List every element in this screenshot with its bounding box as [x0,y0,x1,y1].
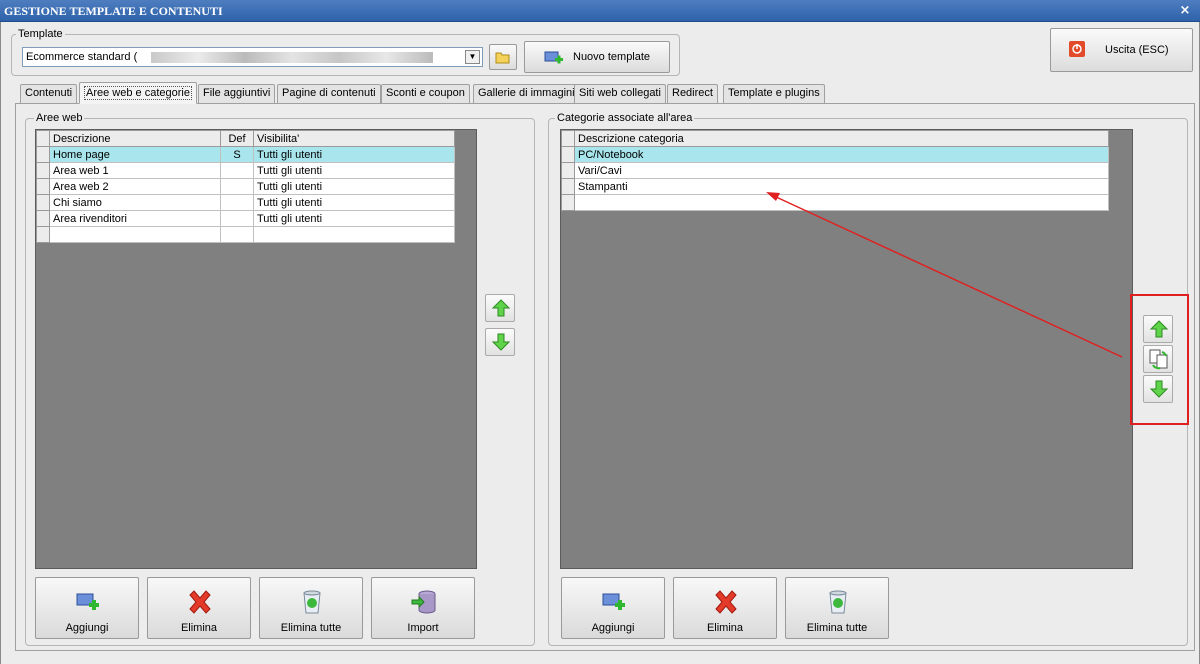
delete-x-icon [715,590,737,614]
delete-x-icon [189,590,211,614]
elimina-label: Elimina [180,622,218,634]
table-row[interactable]: PC/Notebook [561,146,1109,163]
table-row-new[interactable] [36,226,455,243]
template-legend: Template [16,28,65,40]
arrow-down-icon [491,333,511,351]
window-title: GESTIONE TEMPLATE E CONTENUTI [4,4,223,18]
table-row[interactable]: Area web 2 Tutti gli utenti [36,178,455,195]
categorie-legend: Categorie associate all'area [555,112,695,124]
elimina-tutte-categorie-button[interactable]: Elimina tutte [785,577,889,639]
new-template-button[interactable]: Nuovo template [524,41,670,73]
category-sort-button[interactable] [1143,345,1173,373]
column-header[interactable]: Visibilita' [253,130,455,147]
table-row[interactable]: Chi siamo Tutti gli utenti [36,194,455,211]
category-move-up-button[interactable] [1143,315,1173,343]
add-icon [602,593,625,610]
new-template-icon [544,51,563,64]
tab-redirect[interactable]: Redirect [667,84,718,103]
table-row[interactable]: Home page S Tutti gli utenti [36,146,455,163]
tab-gallerie-immagini[interactable]: Gallerie di immagini [473,84,580,103]
recycle-bin-icon [303,590,321,614]
arrow-down-icon [1149,380,1169,398]
title-bar: GESTIONE TEMPLATE E CONTENUTI × [0,0,1200,22]
tab-contenuti[interactable]: Contenuti [20,84,78,103]
move-up-button[interactable] [485,294,515,322]
aggiungi-categoria-button[interactable]: Aggiungi [561,577,665,639]
tab-template-plugins[interactable]: Template e plugins [723,84,825,103]
column-header[interactable]: Descrizione [49,130,221,147]
table-header: Descrizione Def Visibilita' [36,130,455,147]
exit-label: Uscita (ESC) [1105,44,1169,56]
elimina-categoria-button[interactable]: Elimina [673,577,777,639]
column-header[interactable]: Def [220,130,254,147]
aree-web-legend: Aree web [34,112,85,124]
aree-web-grid[interactable]: Descrizione Def Visibilita' Home page S Tu… [35,129,477,569]
folder-icon [495,52,510,64]
category-move-down-button[interactable] [1143,375,1173,403]
template-select[interactable]: Ecommerce standard ( ▼ [22,47,483,67]
recycle-bin-icon [829,590,847,614]
table-row[interactable]: Area rivenditori Tutti gli utenti [36,210,455,227]
power-icon [1069,41,1085,57]
table-row[interactable]: Vari/Cavi [561,162,1109,179]
new-template-label: Nuovo template [573,51,651,63]
open-folder-button[interactable] [489,44,517,70]
add-icon [76,593,99,610]
arrow-up-icon [491,299,511,317]
table-row[interactable]: Stampanti [561,178,1109,195]
elimina-tutte-area-button[interactable]: Elimina tutte [259,577,363,639]
import-button[interactable]: Import [371,577,475,639]
aree-web-table: Descrizione Def Visibilita' Home page S Tu… [36,130,455,243]
arrow-up-icon [1149,320,1169,338]
database-import-icon [411,590,436,614]
elimina-tutte-label: Elimina tutte [280,622,342,634]
aggiungi-label: Aggiungi [65,622,109,634]
table-row[interactable]: Area web 1 Tutti gli utenti [36,162,455,179]
column-header[interactable]: Descrizione categoria [574,130,1109,147]
tab-file-aggiuntivi[interactable]: File aggiuntivi [198,84,276,103]
chevron-down-icon[interactable]: ▼ [465,50,480,64]
sort-pages-icon [1149,349,1168,370]
import-label: Import [407,622,439,634]
template-selected-value: Ecommerce standard ( [26,51,138,63]
elimina-area-button[interactable]: Elimina [147,577,251,639]
categorie-grid[interactable]: Descrizione categoria PC/Notebook Vari/C… [560,129,1133,569]
categorie-table: Descrizione categoria PC/Notebook Vari/C… [561,130,1109,211]
table-header: Descrizione categoria [561,130,1109,147]
tab-sconti-coupon[interactable]: Sconti e coupon [381,84,470,103]
close-icon[interactable]: × [1178,0,1192,22]
elimina-tutte-label: Elimina tutte [806,622,868,634]
aggiungi-area-button[interactable]: Aggiungi [35,577,139,639]
table-row-new[interactable] [561,194,1109,211]
aggiungi-label: Aggiungi [591,622,635,634]
tab-pagine-contenuti[interactable]: Pagine di contenuti [277,84,381,103]
tab-aree-web-categorie[interactable]: Aree web e categorie [79,82,197,104]
exit-button[interactable]: Uscita (ESC) [1050,28,1193,72]
blurred-path [151,52,433,63]
move-down-button[interactable] [485,328,515,356]
elimina-label: Elimina [706,622,744,634]
tab-siti-web-collegati[interactable]: Siti web collegati [574,84,666,103]
